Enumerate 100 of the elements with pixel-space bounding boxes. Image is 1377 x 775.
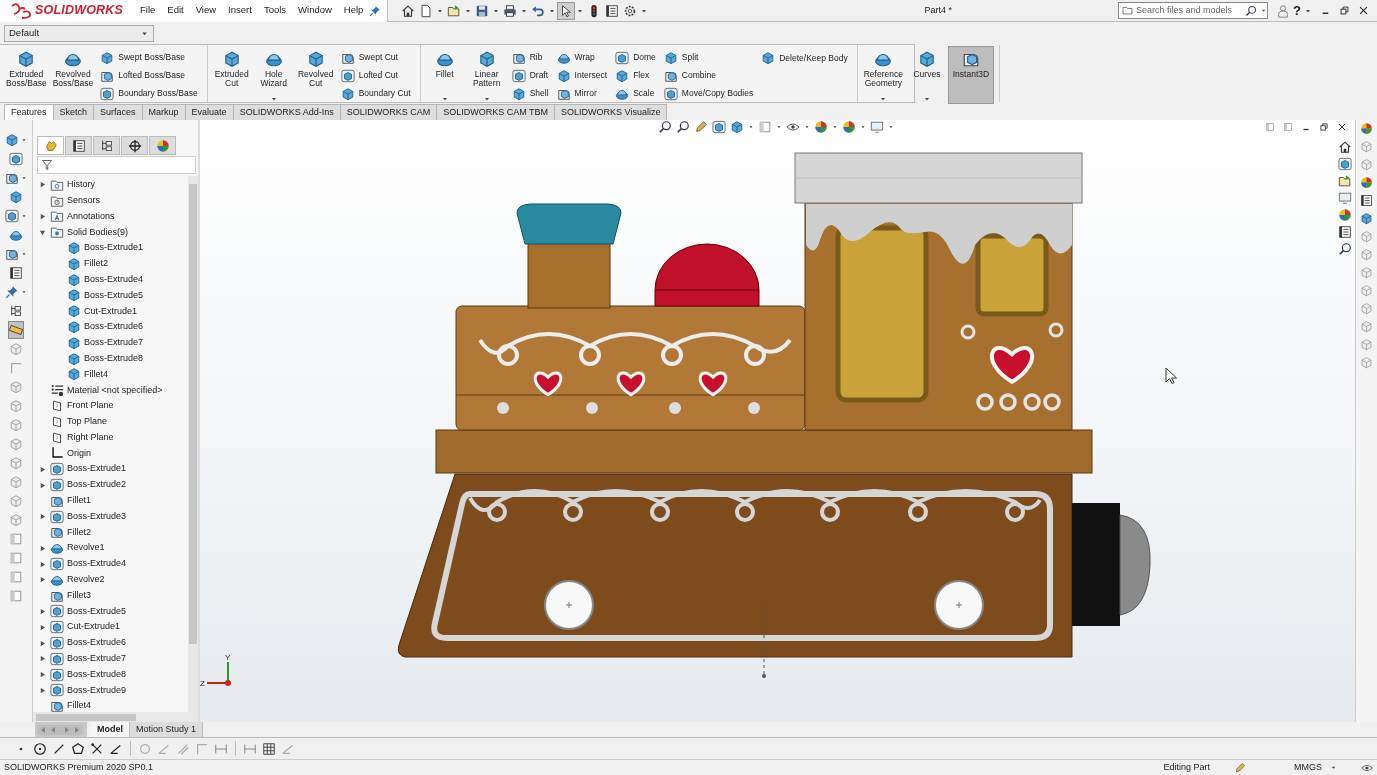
ribbon-button[interactable]: Swept Cut [337,49,414,66]
caret-icon[interactable] [21,289,27,295]
close-icon[interactable] [1337,122,1347,132]
tab[interactable]: SOLIDWORKS CAM [339,104,438,120]
pencil-icon[interactable] [694,120,708,134]
home-icon[interactable] [401,3,416,18]
disc-icon[interactable] [9,228,23,242]
ribbon-button[interactable]: Shell [508,85,552,102]
tree-item[interactable]: Boss-Extrude6 [33,319,188,335]
cube-icon[interactable] [9,152,23,166]
folder-icon[interactable] [1338,174,1352,188]
tree-item[interactable]: Boss-Extrude7 [33,334,188,351]
expand-arrow-icon[interactable] [39,639,46,647]
monitor-icon[interactable] [1338,191,1352,205]
tab[interactable]: Motion Study 1 [130,722,204,737]
color-wheel-icon[interactable] [842,120,856,134]
monitor-icon[interactable] [870,120,884,134]
tree-item[interactable]: Boss-Extrude4 [33,556,188,572]
tile-icon[interactable] [9,570,23,584]
list-icon[interactable] [1360,194,1373,207]
caret-icon[interactable] [748,124,754,130]
menu-item[interactable]: Insert [222,3,258,18]
tab[interactable]: Model [91,722,130,737]
expand-arrow-icon[interactable] [39,671,46,679]
expand-arrow-icon[interactable] [39,607,46,615]
caret-icon[interactable] [832,124,838,130]
tree-item[interactable]: Boss-Extrude4 [33,271,188,288]
menu-item[interactable]: Edit [161,3,190,18]
tab[interactable]: Markup [141,104,186,120]
color-wheel-icon[interactable] [1338,208,1352,222]
expand-arrow-icon[interactable] [39,481,46,489]
tree-item[interactable]: Boss-Extrude2 [33,477,188,493]
tree-item[interactable]: Fillet3 [33,587,188,604]
tree-item[interactable]: Fillet4 [33,366,188,383]
tree-item[interactable]: Boss-Extrude8 [33,350,188,367]
caret-icon[interactable] [860,124,866,130]
menu-item[interactable]: Help [337,3,370,18]
units-selector[interactable]: MMGS [1294,760,1322,775]
ribbon-button[interactable]: Fillet [424,47,465,103]
ribbon-button[interactable]: Revolved Boss/Base [50,47,96,103]
caret-icon[interactable] [21,137,27,143]
list-icon[interactable] [1338,225,1352,239]
ribbon-button[interactable]: Wrap [553,49,611,66]
circle-icon[interactable] [33,741,47,756]
filter-field[interactable] [37,156,196,174]
tree-icon[interactable] [9,304,23,318]
pin-icon[interactable] [369,4,382,17]
tree-item[interactable]: Sensors [33,192,188,209]
expand-arrow-icon[interactable] [39,513,46,521]
search-field[interactable]: Search files and models [1136,3,1243,18]
ribbon-button[interactable]: Draft [508,67,552,84]
tree-item[interactable]: Revolve1 [33,540,188,557]
help-button[interactable]: ? [1290,0,1304,21]
tab[interactable]: Sketch [52,104,95,120]
caret-icon[interactable] [1260,7,1268,14]
tab[interactable]: Features [4,104,54,120]
search-icon[interactable] [676,120,690,134]
tab[interactable]: Evaluate [184,104,234,120]
caret-icon[interactable] [776,124,782,130]
cube-icon[interactable] [712,120,726,134]
search-icon[interactable] [1338,242,1352,256]
tree-item[interactable]: Boss-Extrude8 [33,666,188,683]
tree-item[interactable]: Fillet1 [33,492,188,509]
cube-icon[interactable] [9,190,23,204]
menu-item[interactable]: File [134,3,162,18]
ribbon-button[interactable]: Instant3D [948,47,993,103]
tree-item[interactable]: Cut-Extrude1 [33,619,188,636]
caret-icon[interactable] [888,124,894,130]
tab[interactable]: Surfaces [93,104,143,120]
cube-icon[interactable] [5,171,19,185]
cube-icon[interactable] [1338,157,1352,171]
tree-item[interactable]: Boss-Extrude3 [33,508,188,525]
tab[interactable]: SOLIDWORKS Visualize [554,104,668,120]
grid-icon[interactable] [262,741,276,756]
ruler-icon[interactable] [9,323,23,337]
print-icon[interactable] [503,3,518,18]
tree-item[interactable]: Solid Bodies(9) [33,224,188,241]
tree-item[interactable]: Boss-Extrude1 [33,461,188,478]
ribbon-button[interactable]: Curves [906,47,947,103]
ribbon-button[interactable]: Boundary Cut [337,85,414,102]
ribbon-button[interactable]: Extruded Boss/Base [4,47,49,103]
tree-item[interactable]: Cut-Extrude1 [33,303,188,320]
pin-icon[interactable] [5,285,19,299]
ribbon-button[interactable]: Delete/Keep Body [758,49,851,67]
panel-tab[interactable] [65,136,92,155]
restore-icon[interactable] [1339,5,1350,16]
close-icon[interactable] [1358,5,1369,16]
cube-icon[interactable] [1360,212,1373,225]
undo-icon[interactable] [531,3,546,18]
restore-icon[interactable] [1319,122,1329,132]
tree-item[interactable]: Boss-Extrude6 [33,635,188,651]
tree-item[interactable]: Origin [33,445,188,462]
tile-icon[interactable] [758,120,772,134]
tree-item[interactable]: Top Plane [33,413,188,430]
list-icon[interactable] [9,266,23,280]
cube-icon[interactable] [5,209,19,223]
caret-icon[interactable] [804,124,810,130]
search-box[interactable]: Search files and models [1118,2,1269,19]
caret-icon[interactable] [1330,764,1337,771]
ribbon-button[interactable]: Hole Wizard [253,47,294,103]
